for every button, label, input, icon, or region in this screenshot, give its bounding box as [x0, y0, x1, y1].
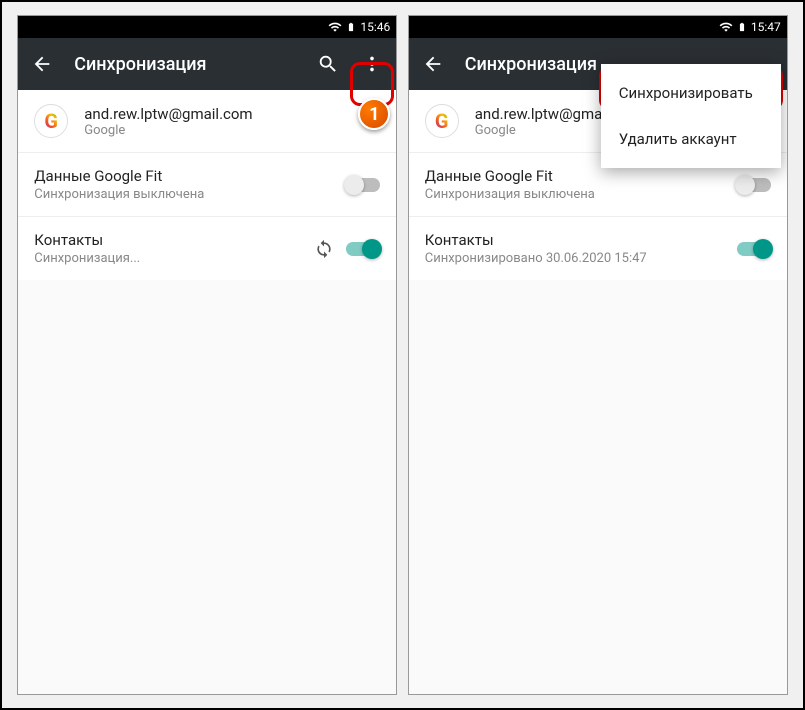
sync-item-title: Данные Google Fit	[425, 167, 725, 185]
status-bar: 15:47	[409, 16, 787, 38]
wifi-icon	[328, 20, 342, 34]
search-button[interactable]	[316, 52, 340, 76]
status-bar: 15:46	[18, 16, 396, 38]
search-icon	[317, 53, 339, 75]
sync-item-title: Контакты	[34, 231, 302, 249]
sync-list: Данные Google Fit Синхронизация выключен…	[409, 153, 787, 280]
syncing-icon	[314, 239, 334, 259]
sync-switch[interactable]	[346, 242, 380, 256]
sync-item-subtitle: Синхронизация выключена	[34, 187, 334, 202]
phone-left: 15:46 Синхронизация G and.rew.lptw@gmail…	[17, 15, 397, 695]
google-logo-icon: G	[425, 104, 459, 138]
battery-icon	[737, 20, 747, 34]
list-item[interactable]: Контакты Синхронизация...	[18, 216, 396, 280]
list-item[interactable]: Контакты Синхронизировано 30.06.2020 15:…	[409, 216, 787, 280]
sync-item-title: Данные Google Fit	[34, 167, 334, 185]
action-bar: Синхронизация	[18, 38, 396, 90]
account-provider: Google	[84, 123, 252, 138]
sync-item-subtitle: Синхронизация...	[34, 251, 302, 266]
sync-switch[interactable]	[346, 178, 380, 192]
phone-right: 15:47 Синхронизация G and.rew.lptw@gmail…	[408, 15, 788, 695]
sync-item-title: Контакты	[425, 231, 725, 249]
overflow-menu-popup: Синхронизировать Удалить аккаунт	[601, 64, 781, 168]
back-button[interactable]	[421, 52, 445, 76]
menu-item-remove-account[interactable]: Удалить аккаунт	[601, 116, 781, 162]
sync-item-subtitle: Синхронизировано 30.06.2020 15:47	[425, 251, 725, 266]
sync-switch[interactable]	[737, 178, 771, 192]
more-vert-icon	[361, 53, 383, 75]
overflow-menu-button[interactable]	[360, 52, 384, 76]
back-button[interactable]	[30, 52, 54, 76]
sync-switch[interactable]	[737, 242, 771, 256]
status-time: 15:47	[751, 20, 781, 34]
google-logo-icon: G	[34, 104, 68, 138]
status-time: 15:46	[360, 20, 390, 34]
sync-list: Данные Google Fit Синхронизация выключен…	[18, 153, 396, 280]
menu-item-sync-now[interactable]: Синхронизировать	[601, 70, 781, 116]
account-email: and.rew.lptw@gmail.com	[84, 105, 252, 123]
battery-icon	[346, 20, 356, 34]
page-title: Синхронизация	[74, 54, 296, 75]
wifi-icon	[719, 20, 733, 34]
account-row[interactable]: G and.rew.lptw@gmail.com Google	[18, 90, 396, 153]
list-item[interactable]: Данные Google Fit Синхронизация выключен…	[18, 153, 396, 216]
sync-item-subtitle: Синхронизация выключена	[425, 187, 725, 202]
